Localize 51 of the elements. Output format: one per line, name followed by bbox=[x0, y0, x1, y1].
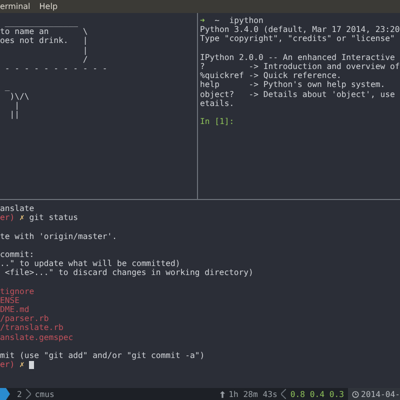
ascii-art-line: _ bbox=[4, 82, 10, 92]
prompt-arrow: ➜ bbox=[200, 15, 205, 25]
terminal-text: etails. bbox=[200, 98, 234, 108]
window-name[interactable]: cmus bbox=[34, 389, 54, 399]
terminal-text: ? -> Introduction and overview of bbox=[200, 60, 400, 71]
terminal-text: help -> Python's own help system. bbox=[200, 79, 386, 90]
date: 2014-04- bbox=[361, 389, 400, 399]
input-prompt: In [1]: bbox=[200, 116, 234, 126]
window-number: 2 bbox=[17, 389, 22, 399]
uptime-icon bbox=[220, 390, 225, 398]
untracked-file: /translate.rb bbox=[0, 322, 64, 332]
menu-item[interactable]: Help bbox=[39, 2, 58, 11]
terminal-text: git status bbox=[29, 212, 78, 222]
dirty-mark: ✗ bbox=[18, 212, 26, 222]
untracked-file: tignore bbox=[0, 286, 34, 296]
terminal-text: mit (use "git add" and/or "git commit -a") bbox=[0, 350, 205, 360]
ascii-art-line: )\/\ bbox=[10, 92, 30, 101]
ascii-art-line: || bbox=[8, 110, 20, 120]
untracked-file: /parser.rb bbox=[0, 313, 49, 324]
terminal-text: te with 'origin/master'. bbox=[0, 230, 117, 241]
terminal-text: commit: bbox=[0, 248, 34, 259]
ascii-art-line: | bbox=[82, 46, 88, 55]
dirty-mark: ✗ bbox=[18, 359, 24, 370]
terminal-text: anslate bbox=[0, 203, 34, 213]
branch-name: er) bbox=[0, 359, 15, 370]
ascii-art-line: _______________ bbox=[4, 18, 78, 28]
terminal-text: %quickref -> Quick reference. bbox=[200, 70, 342, 80]
terminal-text: <file>..." to discard changes in working directory) bbox=[4, 267, 254, 278]
branch-name: er) bbox=[0, 212, 15, 222]
load-average: 0.8 0.4 0.3 bbox=[290, 389, 344, 399]
session-segment-icon bbox=[0, 388, 10, 400]
untracked-file: DME.md bbox=[0, 304, 30, 314]
terminal-text: Type "copyright", "credits" or "license" bbox=[200, 33, 395, 44]
untracked-file: ENSE bbox=[0, 294, 20, 305]
terminal-text: object? -> Details about 'object', use bbox=[200, 88, 395, 98]
untracked-file: anslate.gemspec bbox=[0, 332, 74, 342]
ascii-art-line: oes not drink. | bbox=[0, 36, 88, 46]
terminal-text: .." to update what will be committed) bbox=[0, 258, 180, 268]
ascii-art-line: to name an \ bbox=[0, 27, 88, 36]
ascii-art-line: / bbox=[82, 54, 88, 64]
terminal-text: IPython 2.0.0 -- An enhanced Interactive bbox=[200, 52, 395, 62]
separator-icon bbox=[26, 389, 31, 399]
separator-icon bbox=[281, 389, 286, 399]
terminal-text: Python 3.4.0 (default, Mar 17 2014, 23:20 bbox=[200, 24, 400, 34]
uptime: 1h 28m 43s bbox=[228, 389, 278, 399]
terminal-text: ~ ipython bbox=[214, 15, 264, 25]
ascii-art-line: - - - - - - - - - - - bbox=[4, 64, 108, 74]
menu-item[interactable]: erminal bbox=[0, 2, 30, 11]
text-cursor bbox=[29, 360, 34, 369]
ascii-art-line: | bbox=[14, 100, 20, 110]
clock-icon bbox=[352, 390, 360, 398]
